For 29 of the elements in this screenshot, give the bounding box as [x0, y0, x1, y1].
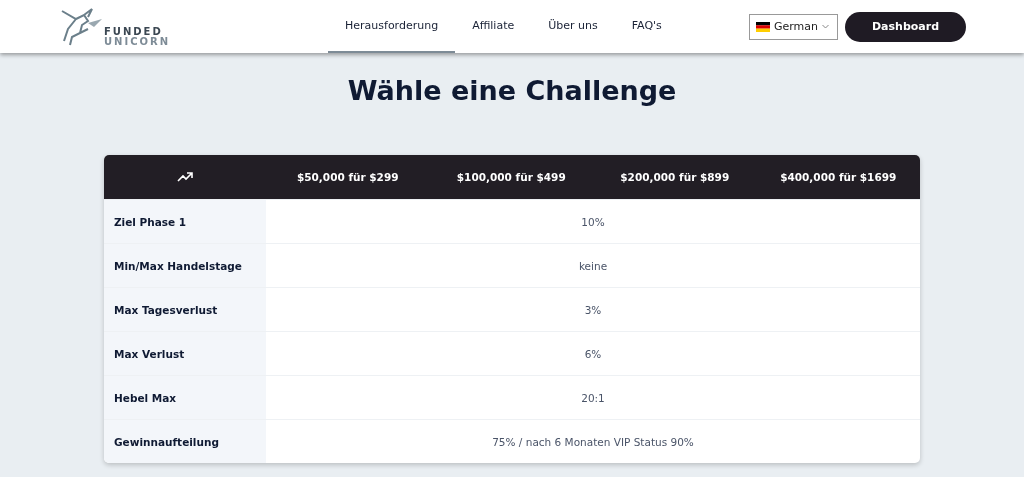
chevron-down-icon — [822, 24, 829, 29]
table-cell: 3% — [584, 303, 602, 316]
row-label: Ziel Phase 1 — [114, 215, 187, 228]
language-value: German — [773, 20, 818, 33]
row-label: Max Verlust — [114, 347, 185, 360]
column-header: $50,000 für $299 — [296, 171, 399, 183]
nav-link[interactable]: Herausforderung — [328, 0, 456, 53]
trending-up-icon — [177, 172, 193, 182]
nav-link[interactable]: FAQ's — [614, 0, 679, 53]
row-label: Min/Max Handelstage — [114, 259, 242, 272]
dashboard-button[interactable]: Dashboard — [845, 11, 966, 42]
table-cell: 20:1 — [581, 391, 605, 404]
logo-text: FUNDED — [104, 26, 164, 37]
table-cell: 75% / nach 6 Monaten VIP Status 90% — [492, 435, 694, 448]
language-select[interactable]: German — [748, 13, 838, 40]
page-title: Wähle eine Challenge — [346, 75, 678, 108]
row-label: Max Tagesverlust — [114, 303, 218, 316]
logo-text: UNICORN — [104, 36, 171, 47]
column-header: $400,000 für $1699 — [780, 171, 897, 183]
column-header: $200,000 für $899 — [620, 171, 730, 183]
column-header: $100,000 für $499 — [456, 171, 566, 183]
flag-icon — [755, 21, 770, 32]
table-cell: keine — [578, 259, 608, 272]
nav-link[interactable]: Über uns — [531, 0, 615, 53]
table-cell: 10% — [581, 215, 605, 228]
row-label: Gewinnaufteilung — [114, 435, 219, 448]
nav-link[interactable]: Affiliate — [455, 0, 532, 53]
table-cell: 6% — [584, 347, 602, 360]
row-label: Hebel Max — [114, 391, 177, 404]
